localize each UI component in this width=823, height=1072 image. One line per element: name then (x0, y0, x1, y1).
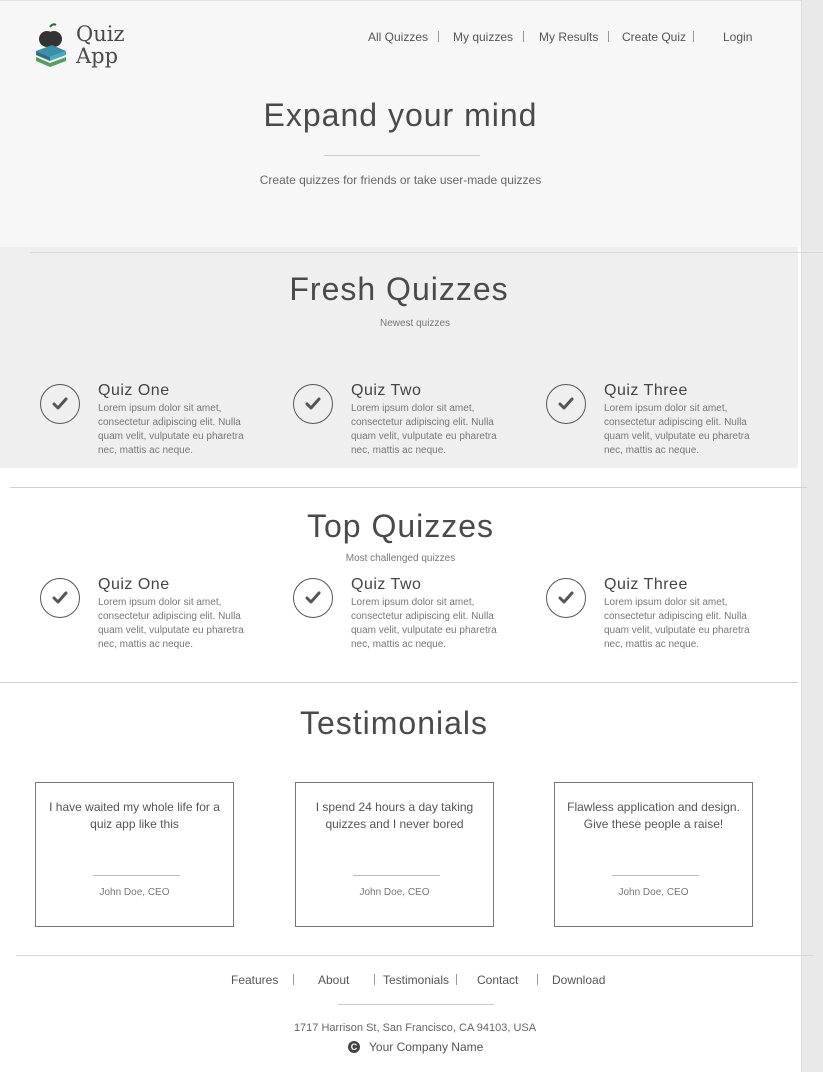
quiz-title[interactable]: Quiz One (98, 576, 170, 594)
hero-subtitle: Create quizzes for friends or take user-… (259, 173, 542, 187)
quiz-description: Lorem ipsum dolor sit amet, consectetur … (351, 597, 497, 650)
quiz-card[interactable]: Quiz Three Lorem ipsum dolor sit amet, c… (546, 382, 776, 464)
nav-create-quiz[interactable]: Create Quiz (622, 30, 686, 44)
footer-divider-line (16, 955, 814, 956)
quiz-description: Lorem ipsum dolor sit amet, consectetur … (98, 403, 244, 456)
hero-divider-line (30, 252, 823, 253)
copyright-icon: C (348, 1041, 360, 1053)
testimonial-card: Flawless application and design. Give th… (554, 782, 753, 927)
top-subtitle: Most challenged quizzes (345, 553, 456, 564)
nav-all-quizzes[interactable]: All Quizzes (368, 30, 428, 44)
footer-divider (537, 974, 538, 985)
hero-section: Quiz App All Quizzes My quizzes My Resul… (0, 0, 801, 248)
check-icon (40, 578, 80, 618)
check-icon (546, 578, 586, 618)
testimonial-card: I have waited my whole life for a quiz a… (35, 782, 234, 927)
quiz-title[interactable]: Quiz Three (604, 576, 688, 594)
quiz-card[interactable]: Quiz Two Lorem ipsum dolor sit amet, con… (293, 382, 523, 464)
top-quizzes-section: Top Quizzes Most challenged quizzes Quiz… (0, 492, 801, 682)
testimonial-author: John Doe, CEO (359, 887, 430, 898)
footer-address: 1717 Harrison St, San Francisco, CA 9410… (293, 1022, 537, 1034)
quiz-title[interactable]: Quiz Three (604, 382, 688, 400)
footer-divider (456, 974, 457, 985)
quiz-card[interactable]: Quiz One Lorem ipsum dolor sit amet, con… (40, 576, 270, 658)
footer-link-contact[interactable]: Contact (477, 973, 518, 987)
testimonial-quote: I spend 24 hours a day taking quizzes an… (315, 800, 474, 831)
footer-link-testimonials[interactable]: Testimonials (383, 973, 449, 987)
nav-divider (693, 31, 694, 42)
quiz-title[interactable]: Quiz Two (351, 576, 421, 594)
testimonial-quote: I have waited my whole life for a quiz a… (49, 800, 220, 831)
check-icon (546, 384, 586, 424)
nav-my-results[interactable]: My Results (539, 30, 598, 44)
testimonial-author: John Doe, CEO (99, 887, 170, 898)
logo-line1: Quiz (76, 22, 125, 46)
check-icon (293, 384, 333, 424)
testimonial-quote: Flawless application and design. Give th… (567, 800, 740, 831)
footer-link-about[interactable]: About (318, 973, 349, 987)
hero-title: Expand your mind (263, 97, 538, 133)
page: Quiz App All Quizzes My quizzes My Resul… (0, 0, 807, 1072)
nav-divider (608, 31, 609, 42)
footer-link-download[interactable]: Download (552, 973, 605, 987)
footer-link-features[interactable]: Features (231, 973, 278, 987)
quiz-title[interactable]: Quiz Two (351, 382, 421, 400)
quiz-card[interactable]: Quiz One Lorem ipsum dolor sit amet, con… (40, 382, 270, 464)
quiz-description: Lorem ipsum dolor sit amet, consectetur … (98, 597, 244, 650)
footer-divider (293, 974, 294, 985)
fresh-title: Fresh Quizzes (289, 271, 509, 307)
nav-divider (438, 31, 439, 42)
quiz-title[interactable]: Quiz One (98, 382, 170, 400)
quiz-card[interactable]: Quiz Three Lorem ipsum dolor sit amet, c… (546, 576, 776, 658)
logo-line2: App (76, 44, 119, 68)
nav-login[interactable]: Login (723, 30, 752, 44)
testimonial-author: John Doe, CEO (618, 887, 689, 898)
footer-nav: Features About Testimonials Contact Down… (0, 973, 801, 989)
testimonials-title: Testimonials (299, 705, 489, 741)
section-divider (0, 682, 798, 683)
quiz-description: Lorem ipsum dolor sit amet, consectetur … (604, 597, 750, 650)
quiz-description: Lorem ipsum dolor sit amet, consectetur … (351, 403, 497, 456)
company-name: Your Company Name (369, 1040, 484, 1054)
nav-my-quizzes[interactable]: My quizzes (453, 30, 513, 44)
card-divider (93, 875, 180, 876)
section-divider (10, 487, 807, 488)
fresh-quizzes-section: Fresh Quizzes Newest quizzes Quiz One Lo… (0, 247, 798, 468)
footer-divider (374, 974, 375, 985)
apple-books-icon (36, 23, 66, 67)
footer-rule (338, 1004, 494, 1005)
nav-divider (523, 31, 524, 42)
card-divider (612, 875, 699, 876)
testimonial-card: I spend 24 hours a day taking quizzes an… (295, 782, 494, 927)
top-title: Top Quizzes (306, 508, 495, 544)
hero-divider (324, 155, 480, 156)
logo[interactable]: Quiz App (34, 23, 134, 73)
quiz-card[interactable]: Quiz Two Lorem ipsum dolor sit amet, con… (293, 576, 523, 658)
card-divider (353, 875, 440, 876)
quiz-description: Lorem ipsum dolor sit amet, consectetur … (604, 403, 750, 456)
check-icon (293, 578, 333, 618)
fresh-subtitle: Newest quizzes (379, 318, 451, 329)
check-icon (40, 384, 80, 424)
logo-text: Quiz App (76, 23, 125, 67)
